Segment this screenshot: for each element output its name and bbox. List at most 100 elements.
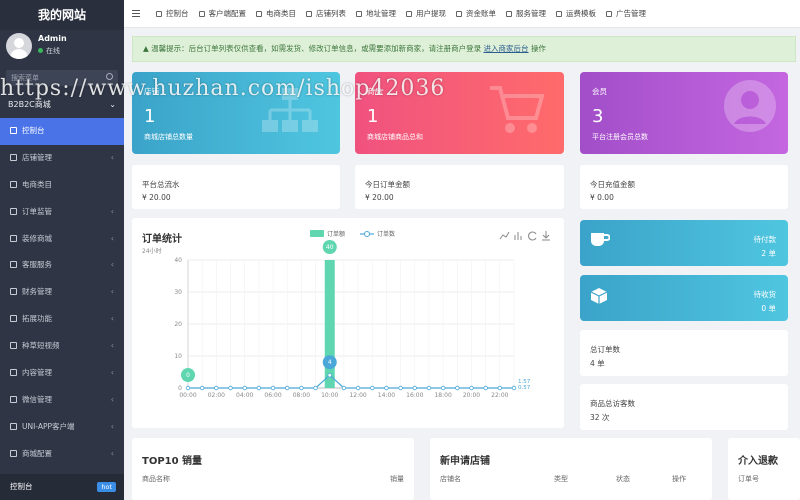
merchant-backend-link[interactable]: 进入商家后台	[484, 44, 529, 53]
chart-point	[299, 385, 304, 391]
legend-swatch-bar	[310, 230, 324, 237]
info-value: 32 次	[590, 413, 610, 422]
chevron-left-icon: ‹	[110, 206, 114, 216]
box-label: 待收货	[753, 290, 777, 299]
avatar[interactable]	[6, 33, 32, 59]
settings-icon	[10, 449, 17, 457]
sidebar-item-orders[interactable]: 订单监管 ‹	[0, 199, 124, 226]
pending-receipt-box[interactable]: 待收货 0 单	[580, 275, 788, 321]
line-chart-icon[interactable]	[499, 231, 510, 240]
sidebar-item-wechat[interactable]: 微信管理 ‹	[0, 387, 124, 414]
cart-icon	[490, 86, 544, 133]
card-title: 商品	[367, 87, 382, 96]
cup-icon	[591, 233, 610, 246]
wechat-icon	[10, 395, 17, 403]
tab-client-config[interactable]: 客户端配置	[198, 0, 257, 28]
x-tick-label: 02:00	[208, 392, 225, 399]
site-logo[interactable]: 我的网站	[0, 0, 124, 30]
stat-card-products[interactable]: 商品 1 商城店铺商品总和	[355, 72, 564, 154]
sidebar-item-uniapp[interactable]: UNI-APP客户端 ‹	[0, 414, 124, 441]
tab-withdraw[interactable]: 用户提现	[406, 0, 456, 28]
tab-dashboard[interactable]: 控制台	[156, 0, 199, 28]
sidebar-item-finance[interactable]: 财务管理 ‹	[0, 279, 124, 306]
user-name: Admin	[38, 34, 67, 43]
chart-point	[355, 385, 361, 391]
refresh-icon[interactable]	[528, 231, 537, 241]
info-value: 4 单	[590, 359, 605, 368]
sidebar-item-service[interactable]: 客服服务 ‹	[0, 252, 124, 279]
x-tick-label: 14:00	[378, 392, 395, 399]
y-tick-label: 10	[174, 353, 182, 360]
sidebar-bottom-dashboard[interactable]: 控制台 hot	[0, 474, 124, 500]
x-tick-label: 00:00	[179, 392, 196, 399]
tab-shop-list[interactable]: 店铺列表	[306, 0, 356, 28]
info-title: 总订单数	[590, 345, 620, 354]
sidebar-item-decoration[interactable]: 装修商城 ‹	[0, 226, 124, 253]
shop-selector[interactable]: B2B2C商城 ⌄	[0, 94, 124, 116]
search-icon[interactable]	[106, 73, 113, 80]
sidebar-item-extensions[interactable]: 拓展功能 ‹	[0, 306, 124, 333]
tab-label: 控制台	[166, 9, 189, 18]
sidebar-item-label: 微信管理	[22, 394, 52, 404]
card-value: 1	[367, 106, 379, 127]
x-tick-label: 16:00	[406, 392, 423, 399]
chevron-left-icon: ‹	[110, 448, 114, 458]
y-tick-label: 40	[174, 257, 182, 264]
tab-ads[interactable]: 广告管理	[606, 0, 656, 28]
warning-icon: ▲	[143, 44, 152, 53]
legend-label: 订单数	[377, 230, 395, 238]
info-title: 平台总流水	[142, 180, 180, 189]
bar-data-label: 40	[326, 244, 334, 251]
stat-card-members[interactable]: 会员 3 平台注册会员总数	[580, 72, 788, 154]
sidebar-item-label: 商城配置	[22, 448, 52, 458]
top-bar: 控制台 客户端配置 电商类目 店铺列表 地址管理 用户提现 资金账单 服务管理 …	[124, 0, 800, 28]
tab-services[interactable]: 服务管理	[506, 0, 556, 28]
end-label: 0.57	[518, 385, 531, 391]
gear-icon	[10, 207, 17, 215]
user-circle-icon	[724, 80, 776, 132]
sidebar-item-config[interactable]: 商城配置 ‹	[0, 441, 124, 468]
sidebar-item-label: 装修商城	[22, 233, 52, 243]
sidebar-item-shops[interactable]: 店铺管理 ‹	[0, 145, 124, 172]
chart-point	[469, 385, 474, 391]
y-tick-label: 20	[174, 321, 182, 328]
info-title: 商品总访客数	[590, 399, 635, 408]
sidebar-item-label: 客服服务	[22, 260, 52, 270]
legend-swatch-point	[364, 231, 370, 237]
chevron-down-icon: ⌄	[109, 100, 116, 109]
shop-selector-label: B2B2C商城	[8, 100, 51, 109]
chart-point	[370, 385, 375, 391]
user-status-text: 在线	[46, 47, 60, 55]
y-tick-label: 0	[178, 385, 182, 392]
user-status: 在线	[38, 46, 124, 56]
bar-chart-icon[interactable]	[514, 232, 522, 240]
sidebar: 我的网站 Admin 在线 B2B2C商城 ⌄ 控制台 店铺管理 ‹ 电商类目 订…	[0, 0, 124, 500]
chart-point	[455, 385, 460, 391]
tab-shipping[interactable]: 运费模板	[556, 0, 606, 28]
chevron-left-icon: ‹	[110, 394, 114, 404]
x-tick-label: 18:00	[434, 392, 451, 399]
sitemap-icon	[262, 88, 318, 132]
card-title: 店铺	[144, 87, 159, 96]
pending-payment-box[interactable]: 待付款 2 单	[580, 220, 788, 266]
sidebar-item-content[interactable]: 内容管理 ‹	[0, 360, 124, 387]
card-subtitle: 平台注册会员总数	[592, 133, 648, 141]
column-header: 店铺名	[440, 475, 461, 483]
tab-label: 用户提现	[416, 9, 446, 18]
sidebar-item-short-video[interactable]: 种草短视频 ‹	[0, 333, 124, 360]
chart-point	[285, 385, 290, 391]
puzzle-icon	[10, 315, 17, 323]
download-icon[interactable]	[542, 231, 550, 241]
total-orders-box: 总订单数 4 单	[580, 330, 788, 376]
menu-toggle-icon[interactable]	[132, 10, 140, 17]
sidebar-item-categories[interactable]: 电商类目	[0, 172, 124, 199]
stat-card-shops[interactable]: 店铺 1 商城店铺总数量	[132, 72, 340, 154]
tab-address[interactable]: 地址管理	[356, 0, 406, 28]
tab-categories[interactable]: 电商类目	[256, 0, 306, 28]
sidebar-nav: 控制台 店铺管理 ‹ 电商类目 订单监管 ‹ 装修商城 ‹ 客服服务 ‹ 财务管理 ‹ 拓…	[0, 118, 124, 468]
sidebar-item-label: 控制台	[22, 126, 45, 135]
tab-bills[interactable]: 资金账单	[456, 0, 506, 28]
sidebar-item-dashboard[interactable]: 控制台	[0, 118, 124, 145]
chart-point	[497, 385, 503, 391]
search-input[interactable]	[6, 70, 118, 86]
